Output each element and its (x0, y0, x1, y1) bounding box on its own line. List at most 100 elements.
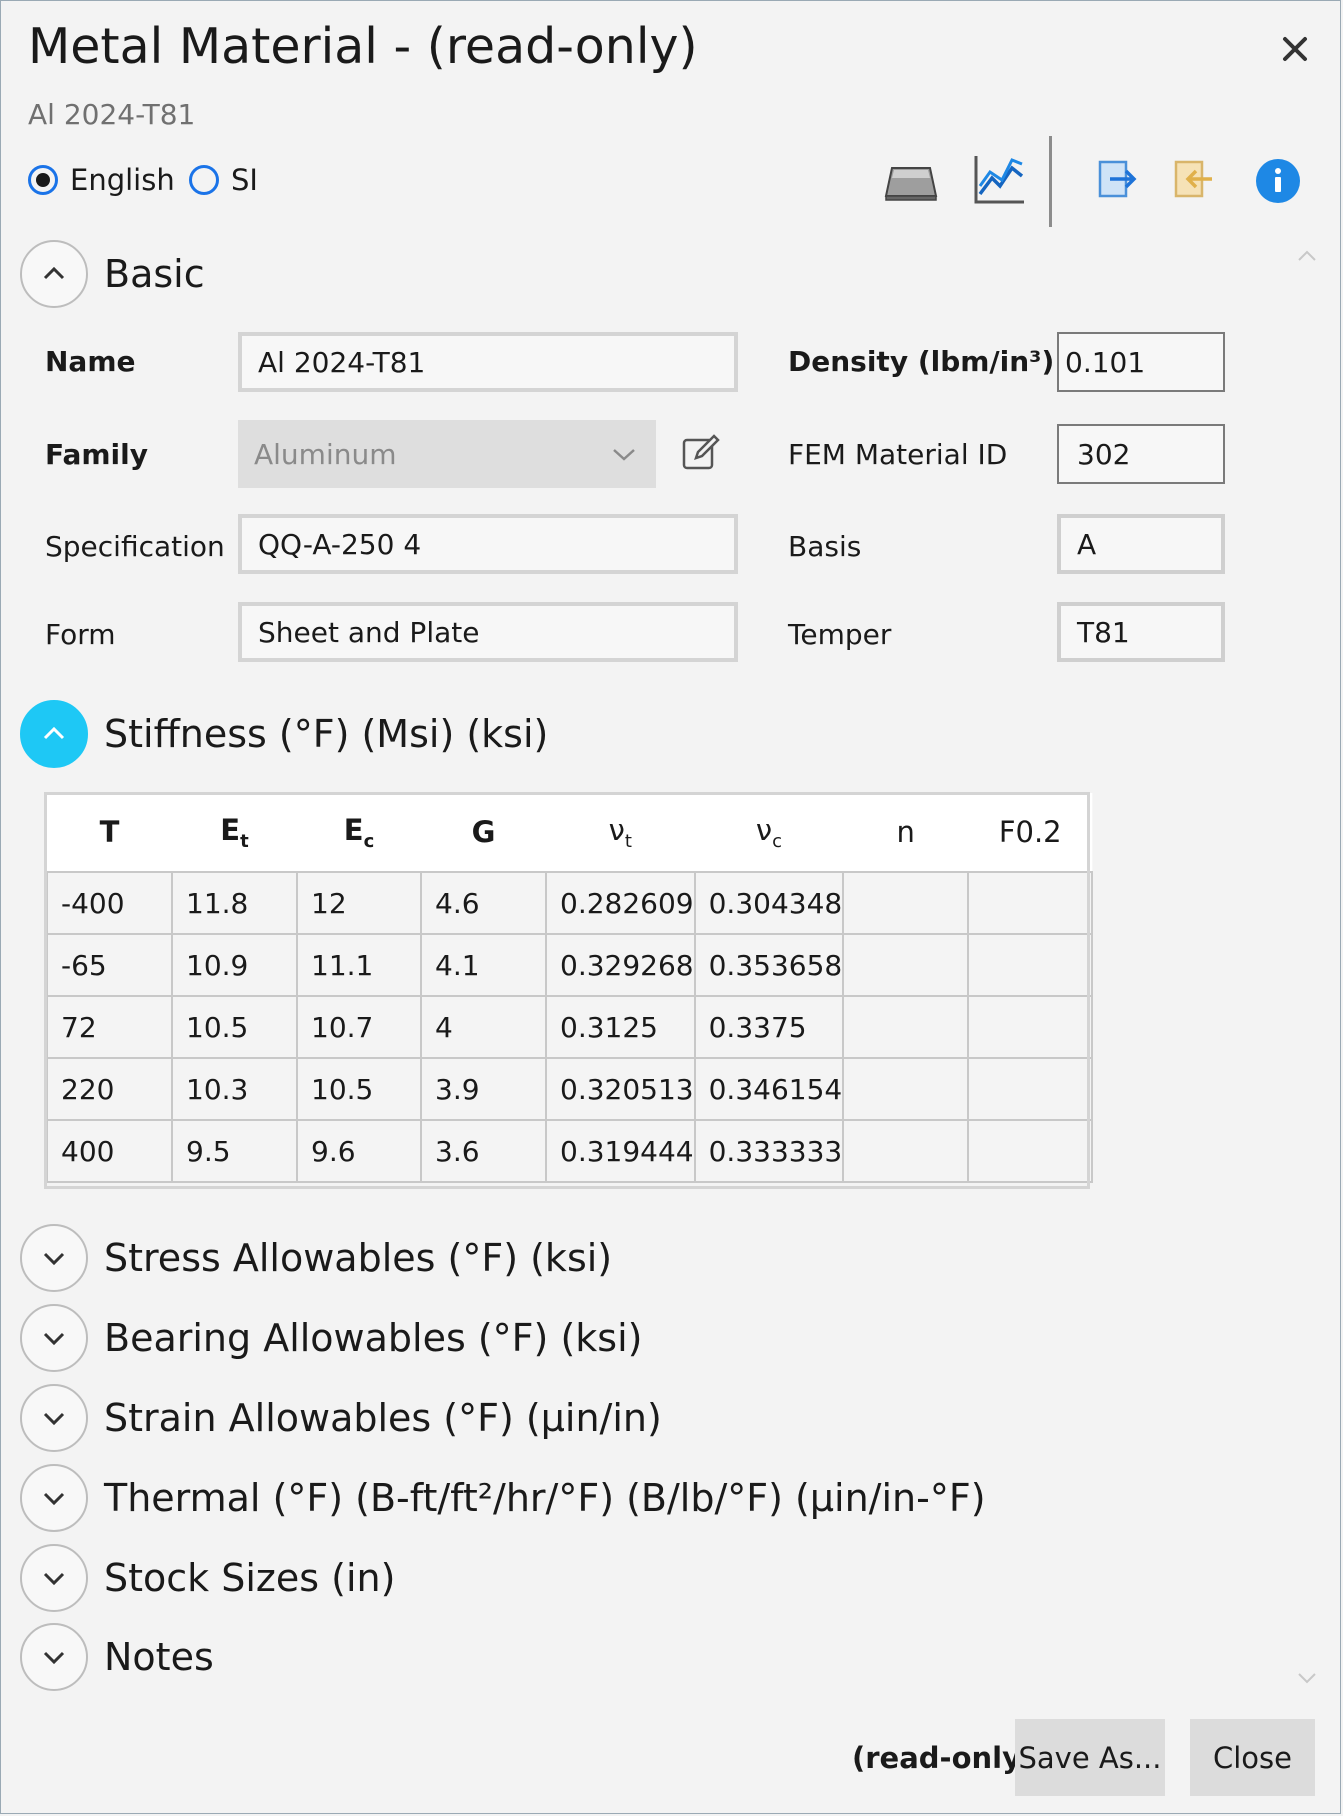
dialog-title: Metal Material - (read-only) (28, 18, 698, 75)
table-cell[interactable]: 0.304348 (693, 871, 845, 935)
table-cell[interactable] (967, 933, 1094, 997)
table-cell[interactable]: 10.5 (171, 995, 298, 1059)
notes-section-header[interactable]: Notes (20, 1623, 214, 1691)
english-radio[interactable]: English (28, 163, 175, 197)
table-cell[interactable]: 0.320513 (545, 1057, 696, 1121)
basis-label: Basis (788, 530, 862, 563)
table-cell[interactable]: 400 (46, 1119, 173, 1183)
col-header-nut[interactable]: νt (546, 793, 695, 873)
save-as-button[interactable]: Save As... (1015, 1719, 1165, 1796)
table-cell[interactable] (967, 871, 1094, 935)
table-cell[interactable]: 3.6 (420, 1119, 547, 1183)
stock-sizes-section-title: Stock Sizes (in) (104, 1556, 396, 1600)
table-cell[interactable] (967, 995, 1094, 1059)
name-field[interactable]: Al 2024-T81 (238, 332, 738, 392)
specification-label: Specification (45, 530, 225, 563)
col-header-nuc[interactable]: νc (694, 793, 844, 873)
col-header-g[interactable]: G (421, 793, 546, 873)
table-cell[interactable]: 0.346154 (693, 1057, 845, 1121)
table-cell[interactable]: 11.8 (171, 871, 298, 935)
table-cell[interactable]: 9.5 (171, 1119, 298, 1183)
table-cell[interactable]: 11.1 (296, 933, 422, 997)
col-header-n[interactable]: n (843, 793, 969, 873)
table-cell[interactable]: 0.3375 (693, 995, 845, 1059)
table-cell[interactable] (842, 1119, 970, 1183)
table-cell[interactable]: 10.5 (296, 1057, 422, 1121)
scroll-down-icon[interactable] (1295, 1666, 1319, 1690)
chart-icon[interactable] (970, 150, 1030, 210)
table-cell[interactable]: 10.9 (171, 933, 298, 997)
chevron-down-icon (20, 1544, 88, 1612)
notes-section-title: Notes (104, 1635, 214, 1679)
chevron-down-icon (20, 1384, 88, 1452)
chevron-up-icon (20, 700, 88, 768)
table-cell[interactable] (842, 871, 970, 935)
density-field[interactable]: 0.101 (1057, 332, 1225, 392)
english-radio-label: English (70, 163, 175, 197)
si-radio-indicator (189, 165, 219, 195)
table-cell[interactable]: 72 (46, 995, 173, 1059)
table-cell[interactable]: 220 (46, 1057, 173, 1121)
stress-allowables-section-header[interactable]: Stress Allowables (°F) (ksi) (20, 1224, 612, 1292)
table-cell[interactable]: 10.7 (296, 995, 422, 1059)
table-cell[interactable]: 3.9 (420, 1057, 547, 1121)
chevron-down-icon (20, 1623, 88, 1691)
specification-field[interactable]: QQ-A-250 4 (238, 514, 738, 574)
basis-field[interactable]: A (1057, 514, 1225, 574)
thermal-section-title: Thermal (°F) (B-ft/ft²/hr/°F) (B/lb/°F) … (104, 1476, 986, 1520)
table-cell[interactable]: 0.333333 (693, 1119, 845, 1183)
table-cell[interactable]: -65 (46, 933, 173, 997)
form-label: Form (45, 618, 116, 651)
bearing-allowables-section-header[interactable]: Bearing Allowables (°F) (ksi) (20, 1304, 642, 1372)
import-icon[interactable] (1164, 150, 1224, 210)
table-cell[interactable]: 0.353658 (693, 933, 845, 997)
material-block-icon[interactable] (882, 150, 942, 210)
chevron-down-icon (20, 1304, 88, 1372)
density-label: Density (lbm/in³) (788, 345, 1055, 378)
close-button[interactable]: Close (1190, 1719, 1315, 1796)
table-cell[interactable] (842, 933, 970, 997)
table-cell[interactable]: 0.329268 (545, 933, 696, 997)
table-cell[interactable] (967, 1057, 1094, 1121)
table-cell[interactable]: 4.6 (420, 871, 547, 935)
table-cell[interactable]: 12 (296, 871, 422, 935)
table-cell[interactable]: 9.6 (296, 1119, 422, 1183)
table-cell[interactable]: 0.282609 (545, 871, 696, 935)
stiffness-table: T Et Ec G νt νc n F0.2 -400 11.8 12 4.6 … (46, 793, 1094, 1183)
col-header-et[interactable]: Et (172, 793, 297, 873)
table-cell[interactable]: 0.3125 (545, 995, 696, 1059)
table-cell[interactable] (842, 995, 970, 1059)
scroll-up-icon[interactable] (1295, 244, 1319, 268)
col-header-f02[interactable]: F0.2 (968, 793, 1093, 873)
si-radio[interactable]: SI (189, 163, 258, 197)
table-cell[interactable] (967, 1119, 1094, 1183)
table-cell[interactable]: -400 (46, 871, 173, 935)
fem-material-id-label: FEM Material ID (788, 438, 1008, 471)
family-label: Family (45, 438, 149, 471)
chevron-down-icon (20, 1224, 88, 1292)
edit-family-icon[interactable] (678, 430, 724, 476)
export-icon[interactable] (1088, 150, 1148, 210)
temper-field[interactable]: T81 (1057, 602, 1225, 662)
stiffness-header-row: T Et Ec G νt νc n F0.2 (47, 793, 1093, 873)
info-icon[interactable] (1248, 150, 1308, 210)
table-cell[interactable]: 4.1 (420, 933, 547, 997)
family-dropdown[interactable]: Aluminum (238, 420, 656, 488)
close-icon[interactable] (1272, 26, 1318, 72)
stock-sizes-section-header[interactable]: Stock Sizes (in) (20, 1544, 395, 1612)
basic-section-header[interactable]: Basic (20, 240, 205, 308)
table-cell[interactable]: 4 (420, 995, 547, 1059)
thermal-section-header[interactable]: Thermal (°F) (B-ft/ft²/hr/°F) (B/lb/°F) … (20, 1464, 986, 1532)
strain-allowables-section-header[interactable]: Strain Allowables (°F) (µin/in) (20, 1384, 662, 1452)
table-row: -400 11.8 12 4.6 0.282609 0.304348 (46, 871, 1094, 935)
stiffness-section-header[interactable]: Stiffness (°F) (Msi) (ksi) (20, 700, 548, 768)
table-cell[interactable]: 10.3 (171, 1057, 298, 1121)
table-cell[interactable] (842, 1057, 970, 1121)
fem-material-id-field[interactable]: 302 (1057, 424, 1225, 484)
form-field[interactable]: Sheet and Plate (238, 602, 738, 662)
english-radio-indicator (28, 165, 58, 195)
col-header-t[interactable]: T (47, 793, 172, 873)
col-header-ec[interactable]: Ec (297, 793, 421, 873)
strain-allowables-section-title: Strain Allowables (°F) (µin/in) (104, 1396, 662, 1440)
table-cell[interactable]: 0.319444 (545, 1119, 696, 1183)
